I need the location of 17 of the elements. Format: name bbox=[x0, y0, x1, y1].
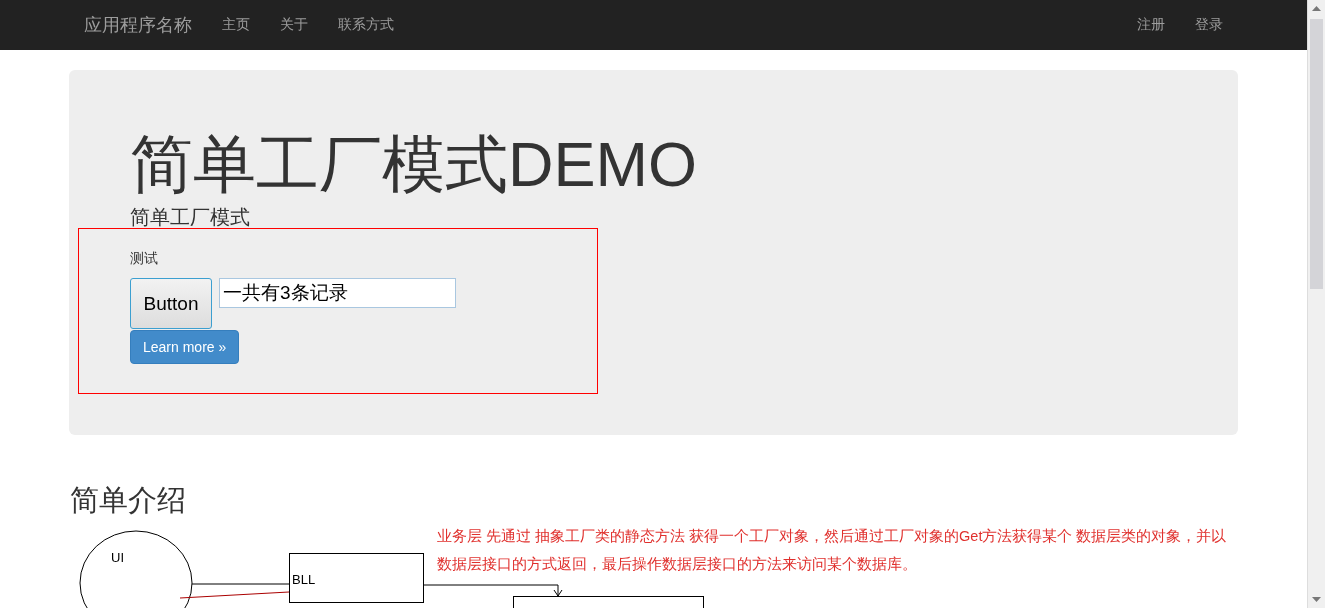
page-title: 简单工厂模式DEMO bbox=[130, 128, 698, 200]
button[interactable]: Button bbox=[130, 278, 212, 329]
nav-link[interactable]: 主页 bbox=[207, 16, 265, 34]
ui-label: UI bbox=[111, 550, 124, 565]
learn-more-button[interactable]: Learn more » bbox=[130, 330, 240, 364]
nav-link[interactable]: 关于 bbox=[265, 16, 323, 34]
page-subtitle: 简单工厂模式 bbox=[130, 204, 251, 231]
nav-link[interactable]: 登录 bbox=[1180, 16, 1238, 34]
text-field[interactable]: 一共有3条记录 bbox=[219, 278, 456, 308]
nav-link[interactable]: 注册 bbox=[1122, 16, 1180, 34]
nav-link[interactable]: 联系方式 bbox=[323, 16, 409, 34]
test-label: 测试 bbox=[130, 250, 158, 268]
section-heading: 简单介绍 bbox=[70, 482, 187, 519]
app-brand-link[interactable]: 应用程序名称 bbox=[69, 13, 207, 37]
scrollbar-thumb[interactable] bbox=[1310, 19, 1323, 289]
bll-label: BLL bbox=[292, 572, 316, 587]
description-text: 业务层 先通过 抽象工厂类的静态方法 获得一个工厂对象，然后通过工厂对象的Get方法获得某个 数据层类的对象，并以数据层接口的方式返回，最后操作数据层接口的方法来访问某个数据库。 bbox=[437, 527, 1228, 574]
